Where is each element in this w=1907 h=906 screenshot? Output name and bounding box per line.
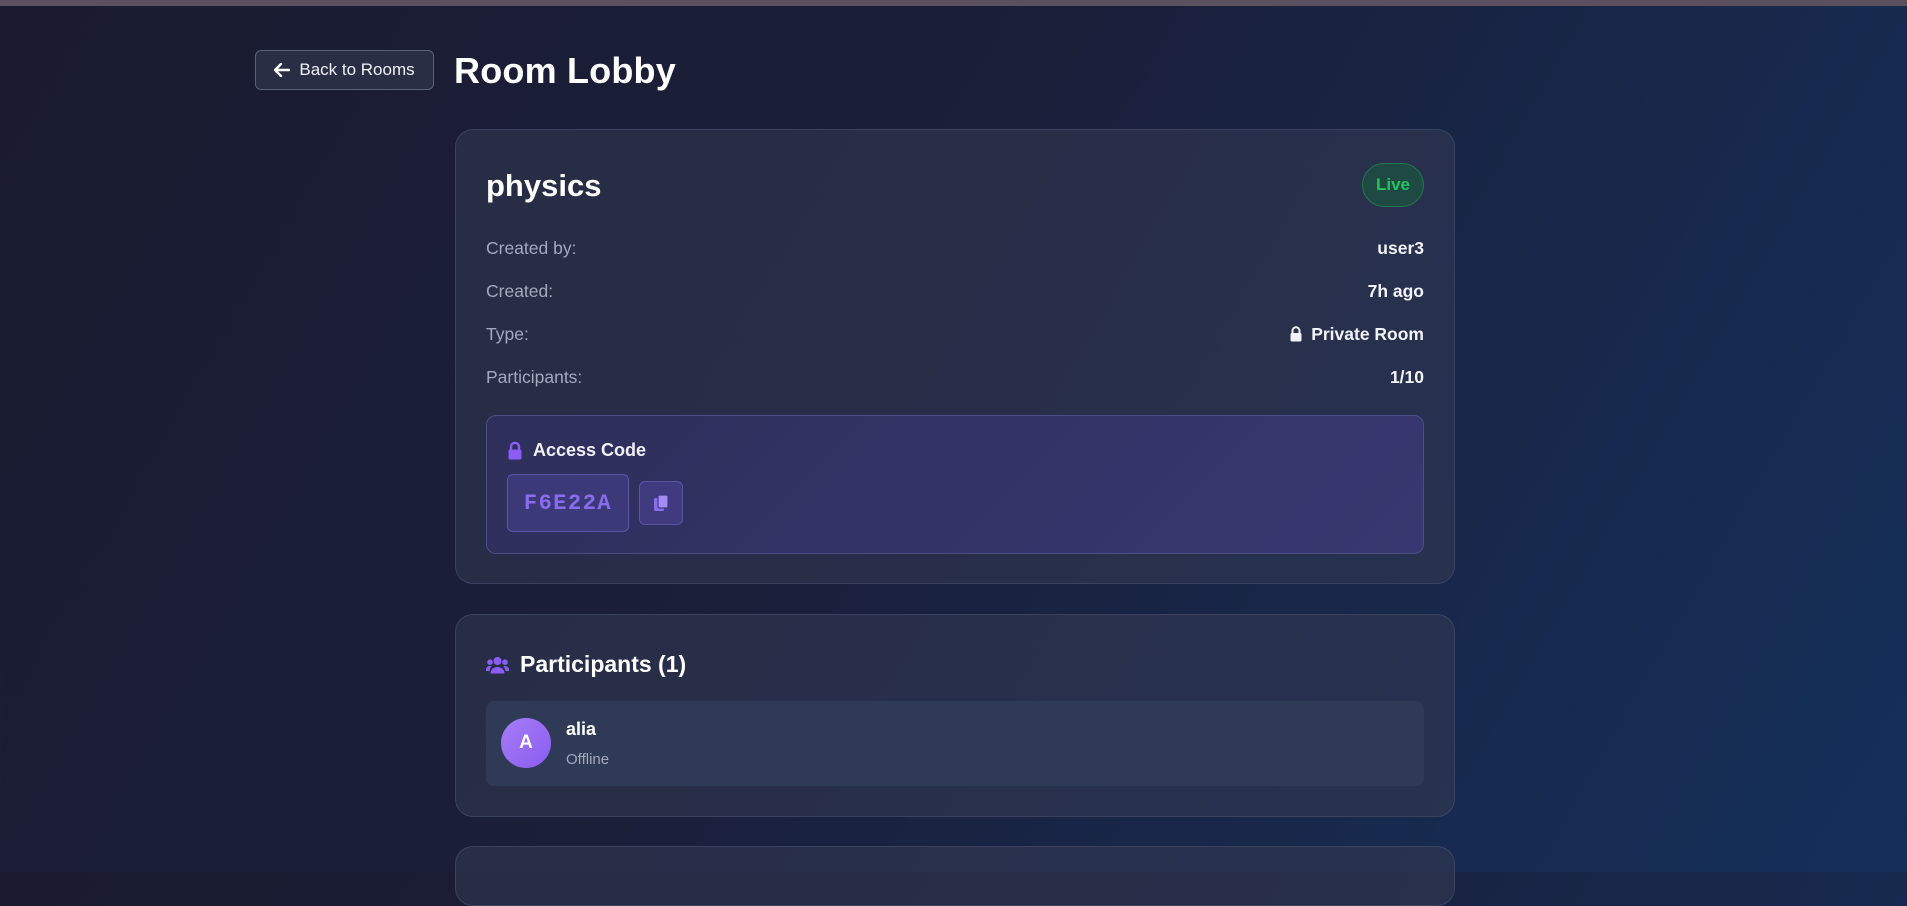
access-code-heading: Access Code [507,440,646,461]
info-row-type: Type: Private Room [486,322,1424,346]
copy-code-button[interactable] [639,481,683,525]
participants-card: Participants (1) A alia Offline [455,614,1455,817]
users-icon [486,656,509,673]
next-card [455,846,1455,906]
info-value: 7h ago [1367,280,1424,301]
arrow-left-icon [274,63,291,77]
live-status-badge: Live [1362,163,1424,207]
participants-title: Participants (1) [520,651,687,677]
room-type-label: Private Room [1311,323,1424,344]
info-label: Created: [486,280,554,301]
lock-icon [508,441,522,460]
copy-icon [654,494,669,511]
page-title: Room Lobby [454,50,676,91]
info-row-participants: Participants: 1/10 [486,365,1424,389]
info-value: 1/10 [1389,366,1424,387]
info-label: Participants: [486,366,583,387]
info-label: Created by: [486,237,577,258]
back-button-label: Back to Rooms [299,60,415,79]
room-name: physics [486,168,602,203]
info-value-type: Private Room [1289,324,1424,345]
room-info-card: physics Live Created by: user3 Created: … [455,129,1455,584]
access-code-value[interactable]: F6E22A [507,474,629,532]
info-row-created-by: Created by: user3 [486,236,1424,260]
participants-heading: Participants (1) [486,651,686,678]
info-row-created: Created: 7h ago [486,279,1424,303]
participant-item[interactable]: A alia Offline [486,701,1424,786]
access-code-title: Access Code [533,440,647,460]
access-code-panel: Access Code F6E22A [486,415,1424,554]
top-strip [0,0,1907,6]
participant-status: Offline [566,751,610,768]
info-label: Type: [486,323,529,344]
participant-name: alia [566,719,597,739]
avatar: A [501,718,551,768]
lock-icon [1290,326,1302,342]
back-to-rooms-button[interactable]: Back to Rooms [255,50,434,90]
info-value: user3 [1377,237,1424,258]
